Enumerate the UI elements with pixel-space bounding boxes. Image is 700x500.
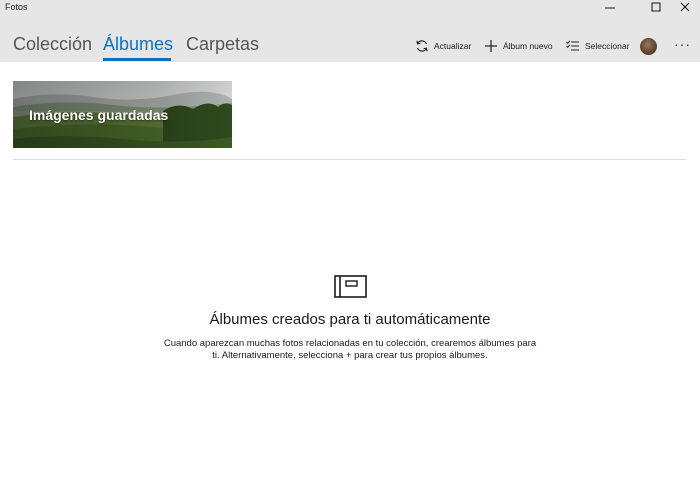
minimize-icon [605, 7, 615, 9]
album-icon [334, 275, 367, 298]
tab-coleccion[interactable]: Colección [13, 34, 92, 55]
tab-albumes[interactable]: Álbumes [103, 34, 173, 55]
active-tab-indicator [103, 58, 171, 61]
select-list-icon [566, 40, 579, 51]
empty-state-description: Cuando aparezcan muchas fotos relacionad… [163, 338, 537, 361]
refresh-label: Actualizar [434, 41, 472, 51]
refresh-icon [416, 40, 428, 52]
close-button[interactable] [670, 0, 700, 14]
new-album-button[interactable]: Álbum nuevo [484, 36, 553, 56]
tab-carpetas[interactable]: Carpetas [186, 34, 259, 55]
more-options-button[interactable]: ··· [674, 36, 691, 52]
section-divider [13, 159, 686, 160]
refresh-button[interactable]: Actualizar [415, 36, 471, 56]
select-button[interactable]: Seleccionar [566, 36, 629, 56]
account-avatar[interactable] [640, 38, 657, 55]
album-title: Imágenes guardadas [29, 107, 169, 123]
close-icon [680, 2, 690, 12]
select-label: Seleccionar [585, 41, 630, 51]
minimize-button[interactable] [595, 0, 625, 14]
title-bar: Fotos Colección Álbumes Carpetas Actuali… [0, 0, 700, 62]
album-card[interactable]: Imágenes guardadas [13, 81, 232, 148]
empty-state-heading: Álbumes creados para ti automáticamente [209, 311, 491, 328]
plus-icon [485, 40, 497, 52]
maximize-icon [651, 2, 661, 12]
app-title: Fotos [5, 2, 28, 12]
new-album-label: Álbum nuevo [503, 41, 553, 51]
maximize-button[interactable] [641, 0, 671, 14]
